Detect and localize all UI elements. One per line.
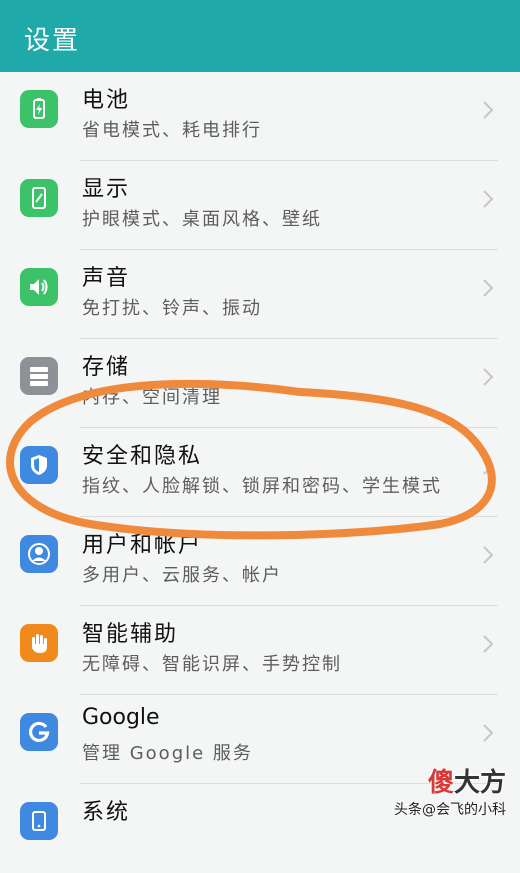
settings-item-subtitle: 管理 Google 服务 xyxy=(82,743,253,764)
user-icon xyxy=(20,535,58,573)
watermark-brand-rest: 大方 xyxy=(453,768,506,798)
settings-item-subtitle: 省电模式、耗电排行 xyxy=(82,120,262,141)
chevron-right-icon xyxy=(483,101,494,119)
watermark: 傻大方 头条@会飞的小科 xyxy=(394,762,506,819)
settings-item-battery[interactable]: 电池 省电模式、耗电排行 xyxy=(0,72,520,161)
watermark-brand-highlight: 傻 xyxy=(427,768,454,798)
system-icon xyxy=(20,802,58,840)
settings-item-subtitle: 多用户、云服务、帐户 xyxy=(82,565,282,586)
settings-item-title: 安全和隐私 xyxy=(82,444,203,469)
chevron-right-icon xyxy=(483,546,494,564)
chevron-right-icon xyxy=(483,724,494,742)
settings-item-subtitle: 内存、空间清理 xyxy=(82,387,222,408)
chevron-right-icon xyxy=(483,190,494,208)
shield-icon xyxy=(20,446,58,484)
settings-item-security-privacy[interactable]: 安全和隐私 指纹、人脸解锁、锁屏和密码、学生模式 xyxy=(0,428,520,517)
storage-icon xyxy=(20,357,58,395)
settings-item-title: 智能辅助 xyxy=(82,622,179,647)
settings-item-title: 系统 xyxy=(82,800,131,825)
display-icon xyxy=(20,179,58,217)
settings-item-users-accounts[interactable]: 用户和帐户 多用户、云服务、帐户 xyxy=(0,517,520,606)
settings-item-storage[interactable]: 存储 内存、空间清理 xyxy=(0,339,520,428)
speaker-icon xyxy=(20,268,58,306)
settings-item-subtitle: 无障碍、智能识屏、手势控制 xyxy=(82,654,342,675)
settings-item-title: 声音 xyxy=(82,266,131,291)
chevron-right-icon xyxy=(483,368,494,386)
settings-item-title: 显示 xyxy=(82,177,131,202)
settings-item-title: 存储 xyxy=(82,355,131,380)
chevron-right-icon xyxy=(483,635,494,653)
settings-item-sound[interactable]: 声音 免打扰、铃声、振动 xyxy=(0,250,520,339)
chevron-right-icon xyxy=(483,457,494,475)
battery-icon xyxy=(20,90,58,128)
settings-item-title: Google xyxy=(82,705,160,730)
settings-item-subtitle: 护眼模式、桌面风格、壁纸 xyxy=(82,209,322,230)
settings-item-subtitle: 指纹、人脸解锁、锁屏和密码、学生模式 xyxy=(82,476,442,497)
app-header: 设置 xyxy=(0,0,520,72)
page-title: 设置 xyxy=(24,26,81,56)
watermark-source: 头条@会飞的小科 xyxy=(394,802,506,818)
chevron-right-icon xyxy=(483,279,494,297)
google-icon xyxy=(20,713,58,751)
settings-item-display[interactable]: 显示 护眼模式、桌面风格、壁纸 xyxy=(0,161,520,250)
settings-item-subtitle: 免打扰、铃声、振动 xyxy=(82,298,262,319)
hand-icon xyxy=(20,624,58,662)
watermark-brand: 傻大方 xyxy=(394,762,506,799)
settings-item-title: 电池 xyxy=(82,88,131,113)
settings-list: 电池 省电模式、耗电排行 显示 护眼模式、桌面风格、壁纸 声音 免打扰、铃声、振… xyxy=(0,72,520,873)
settings-item-smart-assist[interactable]: 智能辅助 无障碍、智能识屏、手势控制 xyxy=(0,606,520,695)
settings-item-title: 用户和帐户 xyxy=(82,533,203,558)
